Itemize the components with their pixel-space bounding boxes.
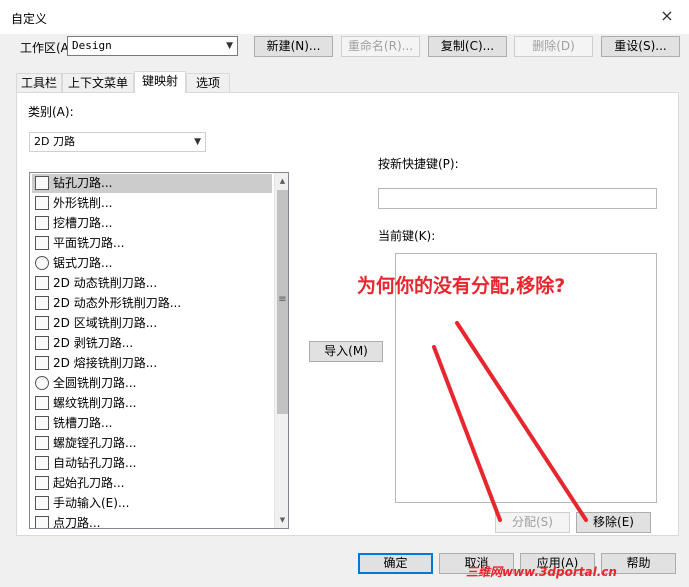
tab-keymap[interactable]: 键映射 [134,71,186,93]
annotation-arrows [432,321,588,522]
annotation-text: 为何你的没有分配,移除? [357,275,566,297]
arrow-line-2 [455,321,588,522]
watermark: 三维网www.3dportal.cn [466,565,617,579]
